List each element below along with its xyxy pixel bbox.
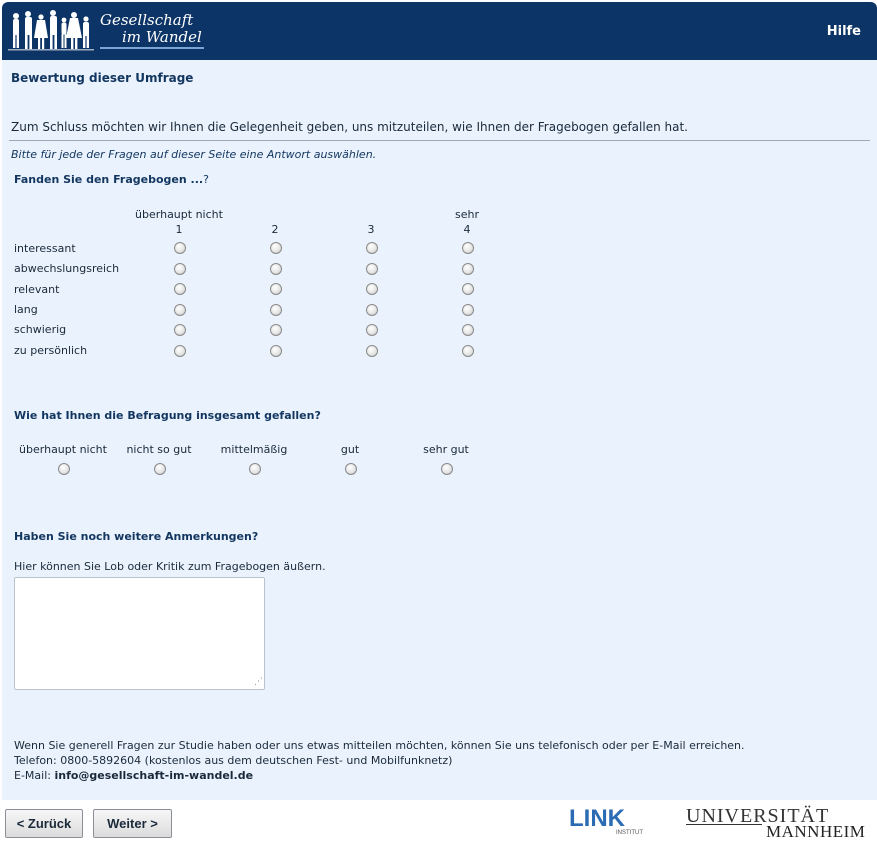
- logo-text-line2: im Wandel: [122, 28, 202, 46]
- option-label-sehr-gut: sehr gut: [423, 443, 469, 456]
- matrix-row-label-abwechslungsreich: abwechslungsreich: [14, 262, 120, 275]
- next-button[interactable]: Weiter >: [93, 809, 172, 838]
- radio-zu-persoenlich-4[interactable]: [462, 345, 474, 357]
- option-label-mittelmaessig: mittelmäßig: [220, 443, 288, 456]
- contact-line-2: Telefon: 0800-5892604 (kostenlos aus dem…: [14, 754, 453, 767]
- radio-lang-1[interactable]: [174, 304, 186, 316]
- back-button[interactable]: < Zurück: [5, 809, 83, 838]
- radio-relevant-4[interactable]: [462, 283, 474, 295]
- contact-line-3: E-Mail: info@gesellschaft-im-wandel.de: [14, 768, 745, 783]
- people-silhouette-logo: [8, 10, 94, 51]
- scale-number-3: 3: [367, 223, 375, 236]
- radio-interessant-2[interactable]: [270, 242, 282, 254]
- matrix-row-label-interessant: interessant: [14, 242, 76, 255]
- radio-schwierig-2[interactable]: [270, 324, 282, 336]
- question-3-title: Haben Sie noch weitere Anmerkungen?: [14, 530, 259, 543]
- scale-number-1: 1: [175, 223, 183, 236]
- email-address: info@gesellschaft-im-wandel.de: [54, 769, 254, 782]
- radio-abwechslungsreich-1[interactable]: [174, 263, 186, 275]
- matrix-row-label-relevant: relevant: [14, 283, 60, 296]
- option-label-nicht-so-gut: nicht so gut: [126, 443, 192, 456]
- university-logo-line2: MANNHEIM: [766, 822, 866, 841]
- scale-number-2: 2: [271, 223, 279, 236]
- radio-schwierig-1[interactable]: [174, 324, 186, 336]
- radio-overall-2[interactable]: [154, 463, 166, 475]
- comment-hint: Hier können Sie Lob oder Kritik zum Frag…: [14, 560, 326, 573]
- option-label-ueberhaupt-nicht: überhaupt nicht: [19, 443, 107, 456]
- radio-overall-5[interactable]: [441, 463, 453, 475]
- option-label-gut: gut: [340, 443, 360, 456]
- logo-text-line1: Gesellschaft: [100, 11, 194, 29]
- link-logo-subtext: INSTITUT: [616, 830, 643, 836]
- contact-line-1: Wenn Sie generell Fragen zur Studie habe…: [14, 739, 745, 752]
- question-1-title-main: Fanden Sie den Fragebogen ...: [14, 173, 204, 186]
- link-logo-text: LINK: [569, 806, 626, 832]
- instruction-text: Bitte für jede der Fragen auf dieser Sei…: [11, 148, 377, 161]
- radio-overall-3[interactable]: [249, 463, 261, 475]
- radio-zu-persoenlich-1[interactable]: [174, 345, 186, 357]
- matrix-row-label-schwierig: schwierig: [14, 323, 67, 336]
- page-title: Bewertung dieser Umfrage: [11, 71, 194, 85]
- radio-lang-3[interactable]: [366, 304, 378, 316]
- radio-relevant-3[interactable]: [366, 283, 378, 295]
- scale-number-4: 4: [463, 223, 471, 236]
- radio-lang-4[interactable]: [462, 304, 474, 316]
- radio-interessant-1[interactable]: [174, 242, 186, 254]
- university-logo-rule: [686, 824, 762, 825]
- radio-abwechslungsreich-3[interactable]: [366, 263, 378, 275]
- link-institut-logo: LINK INSTITUT: [569, 806, 643, 836]
- radio-schwierig-3[interactable]: [366, 324, 378, 336]
- radio-zu-persoenlich-2[interactable]: [270, 345, 282, 357]
- email-label: E-Mail:: [14, 769, 55, 782]
- help-link[interactable]: Hilfe: [827, 24, 861, 39]
- radio-schwierig-4[interactable]: [462, 324, 474, 336]
- survey-frame: Gesellschaft im Wandel Hilfe Bewertung d…: [2, 2, 877, 800]
- radio-overall-4[interactable]: [345, 463, 357, 475]
- intro-text: Zum Schluss möchten wir Ihnen die Gelege…: [11, 120, 688, 134]
- logo-underline: [100, 47, 204, 49]
- matrix-row-label-lang: lang: [14, 303, 38, 316]
- radio-zu-persoenlich-3[interactable]: [366, 345, 378, 357]
- matrix-row-label-zu-persoenlich: zu persönlich: [14, 344, 88, 357]
- radio-relevant-1[interactable]: [174, 283, 186, 295]
- radio-lang-2[interactable]: [270, 304, 282, 316]
- radio-interessant-4[interactable]: [462, 242, 474, 254]
- radio-interessant-3[interactable]: [366, 242, 378, 254]
- divider: [9, 140, 870, 141]
- header-bar: Gesellschaft im Wandel Hilfe: [2, 2, 877, 60]
- resize-grip-icon[interactable]: ⋰: [254, 677, 263, 687]
- radio-abwechslungsreich-2[interactable]: [270, 263, 282, 275]
- question-2-title: Wie hat Ihnen die Befragung insgesamt ge…: [14, 409, 321, 422]
- radio-abwechslungsreich-4[interactable]: [462, 263, 474, 275]
- scale-low-label: überhaupt nicht: [135, 208, 223, 221]
- contact-info: Wenn Sie generell Fragen zur Studie habe…: [14, 738, 745, 783]
- question-1-title: Fanden Sie den Fragebogen ...?: [14, 173, 209, 186]
- radio-relevant-2[interactable]: [270, 283, 282, 295]
- comment-textarea[interactable]: [14, 577, 265, 690]
- radio-overall-1[interactable]: [58, 463, 70, 475]
- question-1-title-suffix: ?: [203, 173, 209, 186]
- scale-high-label: sehr: [455, 208, 479, 221]
